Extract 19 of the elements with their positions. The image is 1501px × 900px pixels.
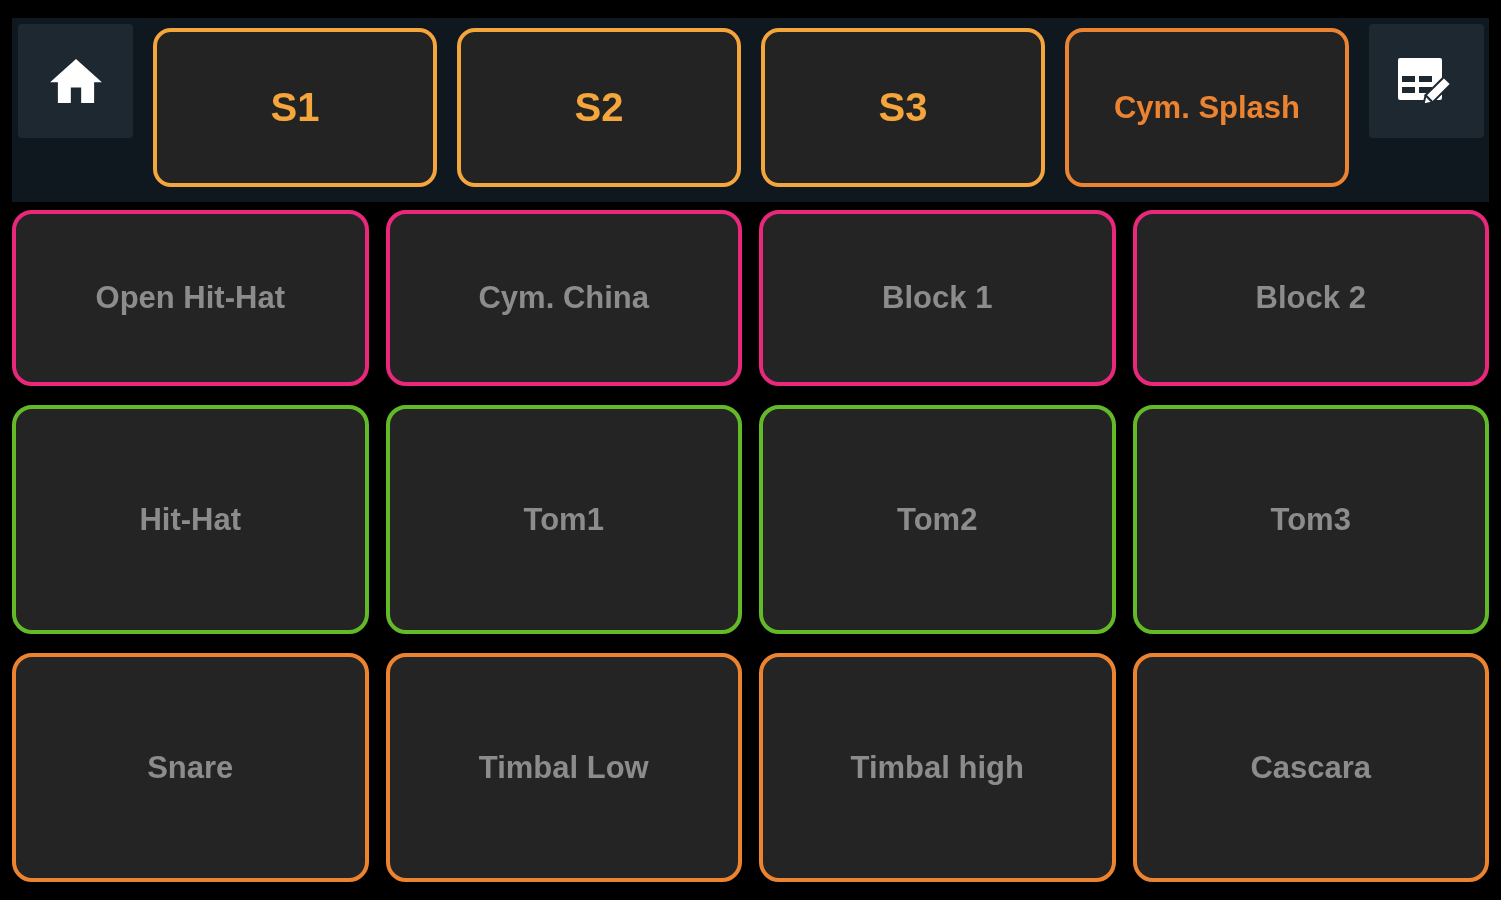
home-icon — [49, 59, 102, 103]
edit-layout-button[interactable] — [1369, 24, 1484, 138]
drum-pad[interactable]: Tom1 — [385, 405, 742, 634]
drum-pad[interactable]: Block 1 — [759, 210, 1116, 386]
sound-slot-button[interactable]: S2 — [457, 28, 741, 187]
sound-slot-button[interactable]: S3 — [761, 28, 1045, 187]
sound-slot-button[interactable]: S1 — [153, 28, 437, 187]
drum-pad[interactable]: Tom2 — [759, 405, 1116, 634]
drum-pad[interactable]: Snare — [12, 653, 369, 882]
drum-pad[interactable]: Cascara — [1132, 653, 1489, 882]
drum-pad[interactable]: Timbal Low — [385, 653, 742, 882]
drum-pad[interactable]: Block 2 — [1132, 210, 1489, 386]
drum-pad[interactable]: Hit-Hat — [12, 405, 369, 634]
drum-pad[interactable]: Tom3 — [1132, 405, 1489, 634]
home-button[interactable] — [18, 24, 133, 138]
sound-slot-button[interactable]: Cym. Splash — [1065, 28, 1349, 187]
drum-pad[interactable]: Cym. China — [385, 210, 742, 386]
drum-pad[interactable]: Open Hit-Hat — [12, 210, 369, 386]
drum-pad[interactable]: Timbal high — [759, 653, 1116, 882]
